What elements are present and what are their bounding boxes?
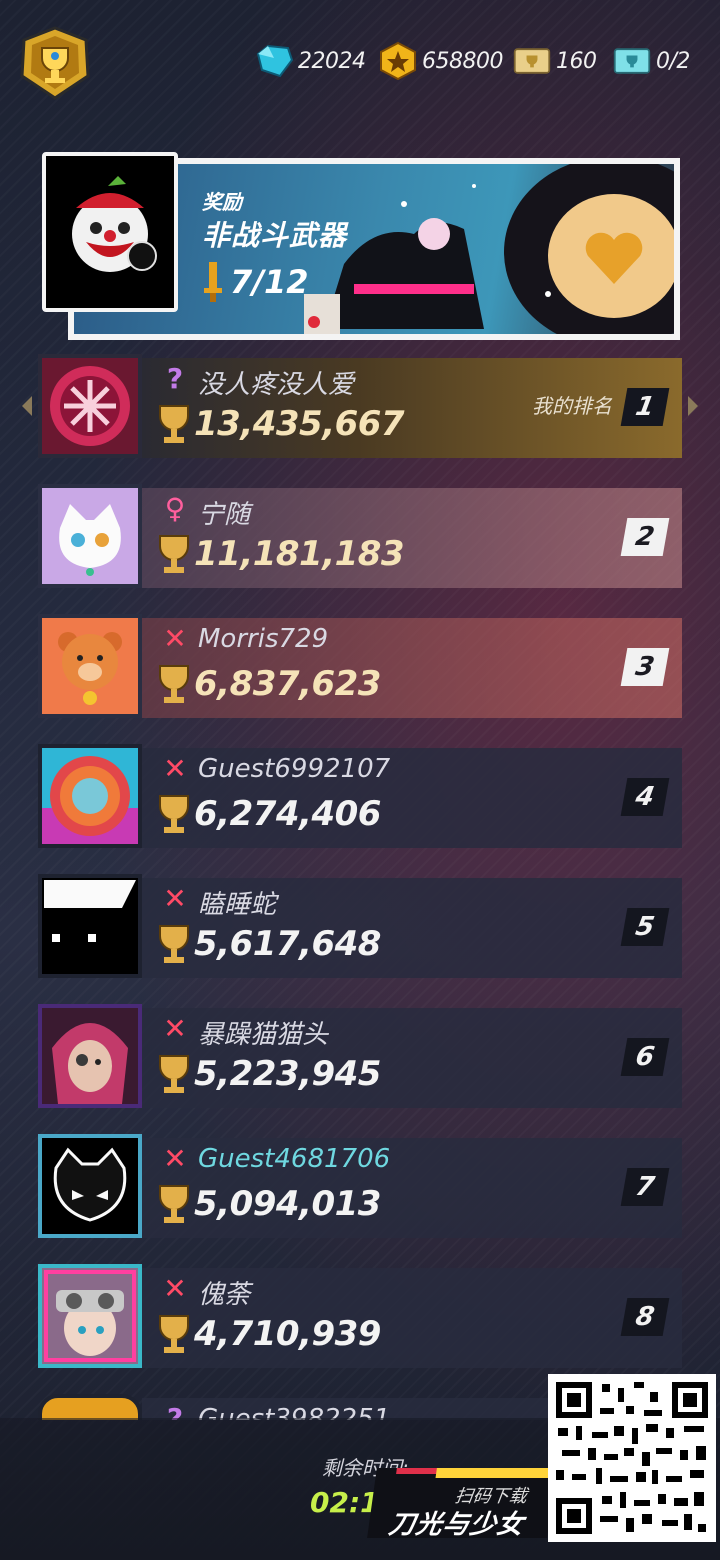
trophy-icon (159, 925, 189, 963)
leaderboard-row[interactable]: ✕ Guest6992107 6,274,406 4 (38, 744, 682, 854)
leaderboard-row[interactable]: ✕ Guest4681706 5,094,013 7 (38, 1134, 682, 1244)
avatar[interactable] (38, 1264, 142, 1368)
rank-badge: 2 (620, 518, 670, 556)
coin-icon (380, 42, 416, 80)
rank-badge: 5 (620, 908, 670, 946)
player-score: 5,094,013 (194, 1184, 381, 1224)
gender-unset-icon: ✕ (163, 1272, 187, 1305)
avatar[interactable] (38, 484, 142, 588)
trophy-icon (159, 665, 189, 703)
leaderboard-row[interactable]: ✕ Morris729 6,837,623 3 (38, 614, 682, 724)
sword-icon (204, 262, 222, 302)
player-name: Guest4681706 (198, 1144, 391, 1174)
leaderboard-row[interactable]: ✕ 暴躁猫猫头 5,223,945 6 (38, 1004, 682, 1114)
leaderboard-row[interactable]: ✕ 傀荼 4,710,939 8 (38, 1264, 682, 1374)
avatar[interactable] (38, 614, 142, 718)
player-name: 暴躁猫猫头 (198, 1020, 329, 1050)
coin-value: 658800 (422, 48, 503, 74)
leaderboard-row[interactable]: ? 没人疼没人爱 13,435,667 我的排名 1 (38, 354, 682, 464)
gender-unset-icon: ✕ (163, 1142, 187, 1175)
goggles-character-icon (42, 1268, 138, 1364)
player-name: Morris729 (198, 624, 329, 654)
trophy-icon (159, 1055, 189, 1093)
gender-unknown-icon: ? (166, 362, 184, 395)
trophy-icon (159, 795, 189, 833)
rank-badge: 7 (620, 1168, 670, 1206)
round-badge-icon (42, 748, 138, 844)
gem-counter[interactable]: 22024 (254, 42, 366, 80)
player-score: 6,837,623 (194, 664, 381, 704)
gold-ticket-value: 160 (556, 48, 597, 74)
snowflake-emblem-icon (50, 366, 130, 446)
gender-unset-icon: ✕ (163, 622, 187, 655)
gem-icon (256, 44, 294, 78)
gender-unset-icon: ✕ (163, 752, 187, 785)
rank-badge: 1 (620, 388, 670, 426)
gem-value: 22024 (298, 48, 366, 74)
avatar[interactable] (38, 1134, 142, 1238)
leaderboard-row[interactable]: ♀ 宁随 11,181,183 2 (38, 484, 682, 594)
black-cat-icon (42, 1138, 138, 1234)
promo-yellow-stripe (435, 1468, 557, 1478)
reward-name: 非战斗武器 (202, 219, 348, 252)
avatar[interactable] (38, 874, 142, 978)
player-score: 5,617,648 (194, 924, 381, 964)
player-name: 没人疼没人爱 (198, 370, 355, 400)
avatar[interactable] (38, 1004, 142, 1108)
gender-unset-icon: ✕ (163, 1012, 187, 1045)
qr-code-icon (552, 1378, 712, 1538)
white-cat-icon (42, 488, 138, 584)
trophy-icon (159, 1185, 189, 1223)
avatar[interactable] (38, 1394, 142, 1420)
player-name: 傀荼 (198, 1280, 251, 1310)
avatar[interactable] (38, 354, 142, 458)
player-score: 13,435,667 (194, 404, 405, 444)
reward-banner[interactable]: 奖励 非战斗武器 7/12 (42, 152, 680, 340)
bear-icon (42, 618, 138, 714)
leaderboard-row[interactable]: ✕ 瞌睡蛇 5,617,648 5 (38, 874, 682, 984)
top-bar: 22024 658800 160 0/2 (0, 0, 720, 110)
my-rank-label: 我的排名 (532, 394, 612, 418)
coin-counter[interactable]: 658800 (378, 42, 503, 80)
trophy-badge-icon[interactable] (18, 26, 92, 100)
rank-badge: 4 (620, 778, 670, 816)
rank-badge: 3 (620, 648, 670, 686)
player-name: Guest6992107 (198, 754, 391, 784)
player-score: 6,274,406 (194, 794, 381, 834)
player-score: 11,181,183 (194, 534, 405, 574)
promo-brand-text: 刀光与少女 (386, 1510, 527, 1540)
leaderboard-list[interactable]: ? 没人疼没人爱 13,435,667 我的排名 1 ♀ 宁随 11,181,1… (0, 350, 720, 1420)
qr-code[interactable] (548, 1374, 716, 1542)
clown-mask-icon (72, 176, 157, 272)
player-name: 宁随 (198, 500, 251, 530)
reward-item-avatar (42, 152, 178, 312)
trophy-icon (159, 1315, 189, 1353)
trophy-icon (159, 535, 189, 573)
reward-progress: 7/12 (202, 260, 308, 304)
gold-ticket-icon (513, 48, 551, 74)
player-score: 4,710,939 (194, 1314, 381, 1354)
player-score: 5,223,945 (194, 1054, 381, 1094)
girl-portrait-icon (42, 1008, 138, 1104)
gold-ticket-counter[interactable]: 160 (512, 42, 597, 80)
cyan-ticket-icon (613, 48, 651, 74)
cyan-ticket-value: 0/2 (656, 48, 690, 74)
black-block-icon (42, 878, 138, 974)
avatar[interactable] (38, 744, 142, 848)
reward-progress-text: 7/12 (230, 263, 309, 301)
reward-label: 奖励 (202, 190, 242, 214)
rank-badge: 8 (620, 1298, 670, 1336)
gender-unset-icon: ✕ (163, 882, 187, 915)
gender-female-icon: ♀ (164, 492, 186, 525)
cyan-ticket-counter[interactable]: 0/2 (612, 42, 690, 80)
promo-banner[interactable]: 扫码下载 刀光与少女 (367, 1468, 557, 1540)
rank-badge: 6 (620, 1038, 670, 1076)
player-name: 瞌睡蛇 (198, 890, 277, 920)
trophy-icon (159, 405, 189, 443)
